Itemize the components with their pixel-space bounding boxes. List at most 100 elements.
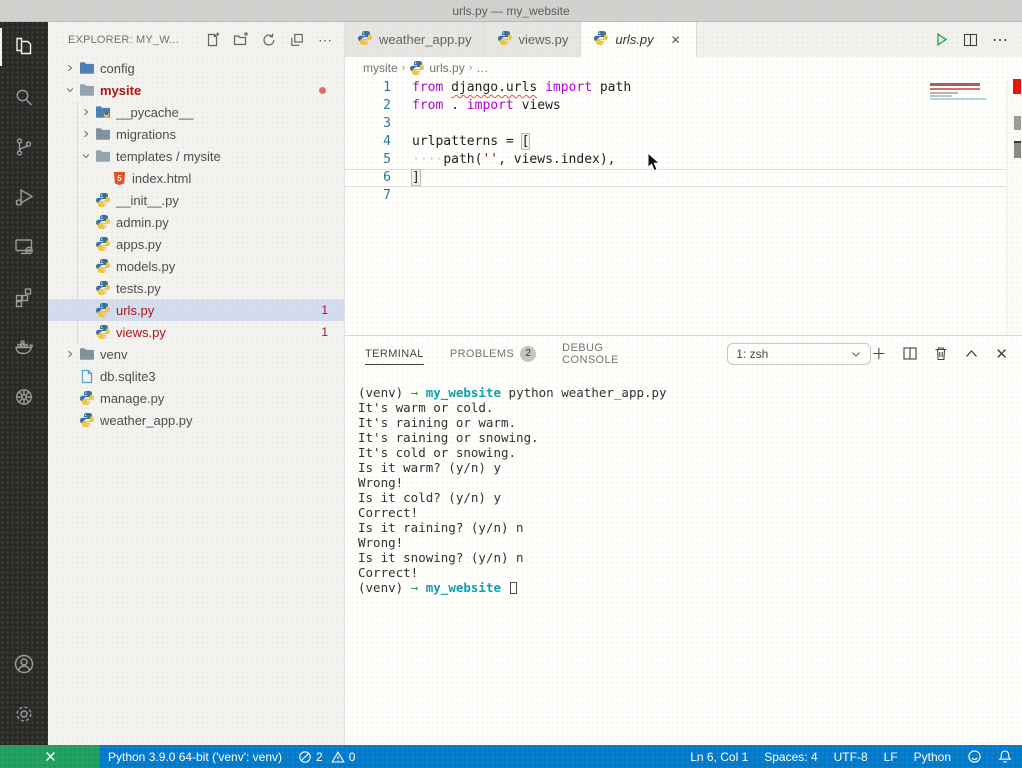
- warning-icon: [331, 750, 345, 764]
- python-file-icon: [497, 30, 513, 49]
- overview-ruler[interactable]: [1006, 79, 1022, 335]
- tree-item-label: apps.py: [116, 237, 162, 252]
- python-icon: [94, 258, 112, 274]
- breadcrumb-item[interactable]: …: [476, 61, 488, 75]
- feedback-icon[interactable]: [959, 745, 990, 768]
- code-editor[interactable]: 1 from django.urls import path 2 from . …: [345, 79, 1022, 335]
- tree-item-index-html[interactable]: 5 index.html: [48, 167, 344, 189]
- tree-item-label: __pycache__: [116, 105, 193, 120]
- explorer-sidebar: EXPLORER: MY_W... ⋯ config mysite __pyca…: [48, 22, 345, 745]
- tree-item-db-sqlite3[interactable]: db.sqlite3: [48, 365, 344, 387]
- python-icon: [94, 280, 112, 296]
- collapse-folders-icon[interactable]: [286, 29, 308, 51]
- chevron-right-icon: [62, 60, 78, 76]
- panel-tab-terminal[interactable]: TERMINAL: [365, 336, 424, 371]
- tree-item-apps-py[interactable]: apps.py: [48, 233, 344, 255]
- extensions-icon[interactable]: [0, 272, 48, 322]
- docker-icon[interactable]: [0, 322, 48, 372]
- settings-gear-icon[interactable]: [0, 689, 48, 739]
- chevron-slot: [78, 236, 94, 252]
- editor-more-actions-icon[interactable]: ⋯: [992, 30, 1008, 50]
- chevron-slot: [78, 258, 94, 274]
- maximize-panel-icon[interactable]: [965, 349, 978, 358]
- tree-item--init-py[interactable]: __init__.py: [48, 189, 344, 211]
- tab-urls-py[interactable]: urls.py ✕: [581, 22, 696, 57]
- chevron-slot: [78, 302, 94, 318]
- tree-item-label: venv: [100, 347, 127, 362]
- line-number: 1: [345, 79, 391, 97]
- tree-item-models-py[interactable]: models.py: [48, 255, 344, 277]
- tree-item--pycache-[interactable]: __pycache__: [48, 101, 344, 123]
- folder-icon: [94, 148, 112, 164]
- tree-item-label: mysite: [100, 83, 141, 98]
- tree-item-mysite[interactable]: mysite: [48, 79, 344, 101]
- kubernetes-icon[interactable]: [0, 372, 48, 422]
- remote-window-indicator[interactable]: [0, 745, 100, 768]
- more-actions-icon[interactable]: ⋯: [314, 29, 336, 51]
- line-number: 6: [345, 169, 391, 187]
- python-icon: [94, 214, 112, 230]
- refresh-icon[interactable]: [258, 29, 280, 51]
- chevron-down-icon: [62, 82, 78, 98]
- folder-dark-icon: [94, 126, 112, 142]
- code-line-1: 1 from django.urls import path: [345, 79, 1022, 97]
- tree-item-templates-mysite[interactable]: templates / mysite: [48, 145, 344, 167]
- shell-select[interactable]: 1: zsh: [727, 343, 871, 365]
- chevron-right-icon: [78, 126, 94, 142]
- tab-label: views.py: [519, 32, 569, 47]
- panel-tab-problems[interactable]: PROBLEMS 2: [450, 336, 536, 371]
- line-number: 3: [345, 115, 391, 133]
- tree-item-urls-py[interactable]: urls.py 1: [48, 299, 344, 321]
- split-terminal-icon[interactable]: [903, 347, 917, 360]
- close-tab-icon[interactable]: ✕: [668, 33, 684, 47]
- status-utf-8[interactable]: UTF-8: [826, 745, 876, 768]
- search-icon[interactable]: [0, 72, 48, 122]
- close-panel-icon[interactable]: ✕: [995, 345, 1008, 363]
- breadcrumb-item[interactable]: urls.py: [429, 61, 464, 75]
- panel-tab-debug-console[interactable]: DEBUG CONSOLE: [562, 336, 655, 371]
- problems-indicator[interactable]: 2 0: [290, 745, 363, 768]
- remote-explorer-icon[interactable]: [0, 222, 48, 272]
- breadcrumb-item[interactable]: mysite: [363, 61, 398, 75]
- tree-item-tests-py[interactable]: tests.py: [48, 277, 344, 299]
- tree-item-weather-app-py[interactable]: weather_app.py: [48, 409, 344, 431]
- tree-item-venv[interactable]: venv: [48, 343, 344, 365]
- explorer-icon[interactable]: [0, 22, 48, 72]
- new-terminal-icon[interactable]: ＋: [871, 343, 886, 364]
- python-icon: [78, 390, 96, 406]
- status-python[interactable]: Python: [906, 745, 959, 768]
- new-folder-icon[interactable]: [230, 29, 252, 51]
- terminal-output[interactable]: (venv) → my_website python weather_app.p…: [345, 371, 1022, 745]
- run-button[interactable]: [934, 32, 949, 47]
- terminal-line: Is it warm? (y/n) y: [358, 460, 1022, 475]
- python-icon: [94, 192, 112, 208]
- run-debug-icon[interactable]: [0, 172, 48, 222]
- status-lf[interactable]: LF: [876, 745, 906, 768]
- chevron-slot: [78, 324, 94, 340]
- terminal-cursor: [510, 582, 517, 594]
- indent-guide: [77, 101, 78, 343]
- tree-item-manage-py[interactable]: manage.py: [48, 387, 344, 409]
- tree-item-label: admin.py: [116, 215, 169, 230]
- python-icon: [94, 302, 112, 318]
- split-editor-icon[interactable]: [963, 33, 978, 47]
- kill-terminal-icon[interactable]: [934, 346, 948, 361]
- notifications-bell-icon[interactable]: [990, 745, 1022, 768]
- tree-item-label: weather_app.py: [100, 413, 193, 428]
- tree-item-label: models.py: [116, 259, 175, 274]
- status-spaces-4[interactable]: Spaces: 4: [756, 745, 825, 768]
- new-file-icon[interactable]: [202, 29, 224, 51]
- breadcrumb[interactable]: mysite›urls.py›…: [345, 57, 1022, 79]
- source-control-icon[interactable]: [0, 122, 48, 172]
- accounts-icon[interactable]: [0, 639, 48, 689]
- terminal-line: It's warm or cold.: [358, 400, 1022, 415]
- tab-views-py[interactable]: views.py: [485, 22, 582, 57]
- tree-item-views-py[interactable]: views.py 1: [48, 321, 344, 343]
- python-interpreter[interactable]: Python 3.9.0 64-bit ('venv': venv): [100, 745, 290, 768]
- tree-item-admin-py[interactable]: admin.py: [48, 211, 344, 233]
- database-icon: [78, 368, 96, 384]
- tab-weather-app-py[interactable]: weather_app.py: [345, 22, 485, 57]
- tree-item-config[interactable]: config: [48, 57, 344, 79]
- tree-item-migrations[interactable]: migrations: [48, 123, 344, 145]
- status-ln-6-col-1[interactable]: Ln 6, Col 1: [682, 745, 756, 768]
